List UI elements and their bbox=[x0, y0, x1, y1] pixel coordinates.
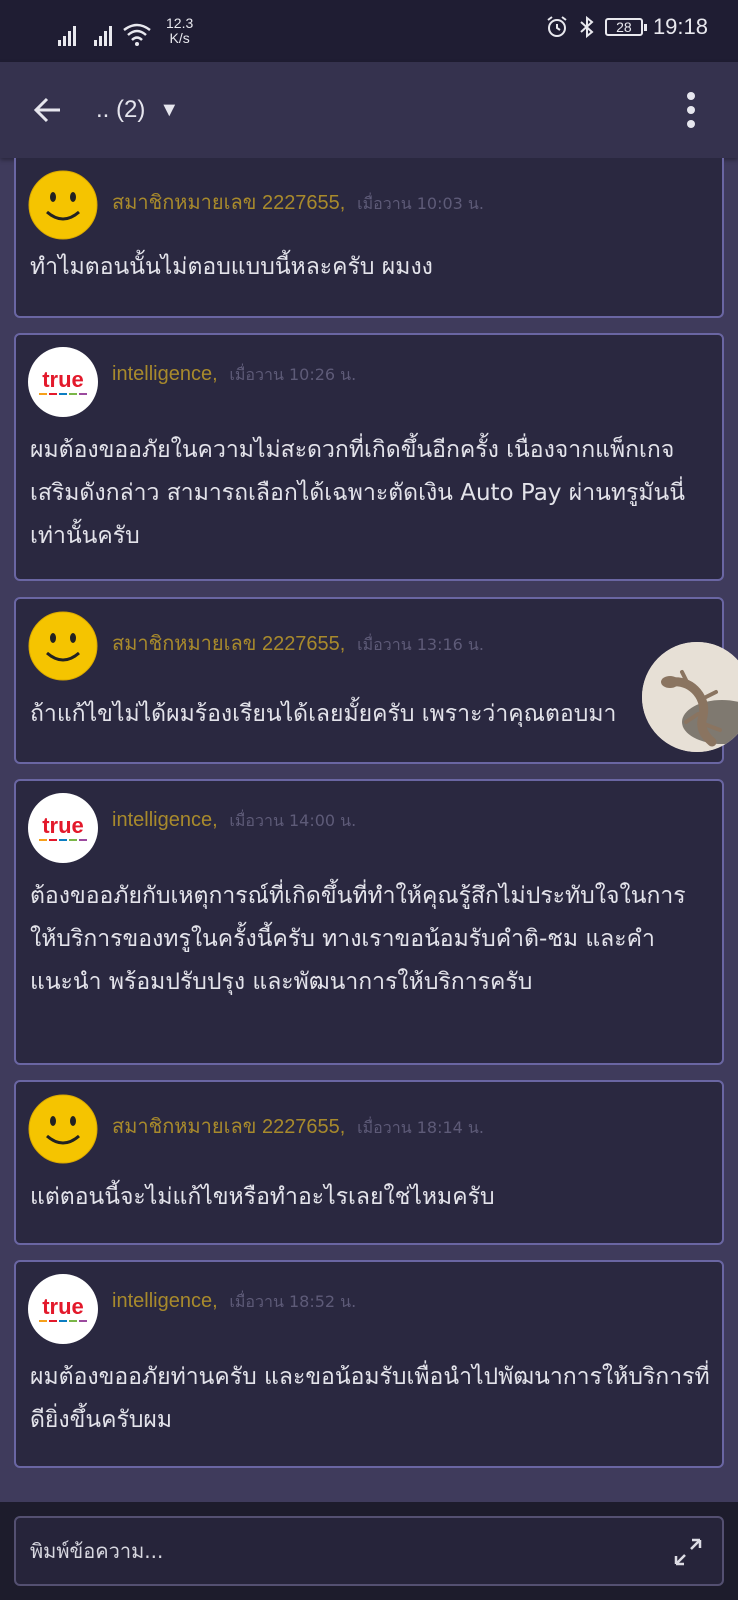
network-speed-value: 12.3 bbox=[166, 15, 194, 31]
message-meta: สมาชิกหมายเลข 2227655, เมื่อวาน 10:03 น. bbox=[112, 186, 484, 218]
timestamp: เมื่อวาน 10:03 น. bbox=[357, 194, 484, 213]
message-meta: สมาชิกหมายเลข 2227655, เมื่อวาน 13:16 น. bbox=[112, 627, 484, 659]
message-meta: intelligence, เมื่อวาน 10:26 น. bbox=[112, 363, 356, 388]
expand-icon[interactable] bbox=[672, 1536, 704, 1568]
message-text: ผมต้องขออภัยในความไม่สะดวกที่เกิดขึ้นอีก… bbox=[30, 437, 686, 549]
signal-icon bbox=[58, 22, 76, 46]
composer bbox=[14, 1516, 724, 1586]
timestamp: เมื่อวาน 18:52 น. bbox=[229, 1292, 357, 1311]
timestamp: เมื่อวาน 10:26 น. bbox=[229, 365, 357, 384]
more-options-icon[interactable] bbox=[686, 92, 696, 128]
network-speed-unit: K/s bbox=[169, 30, 190, 46]
wifi-icon bbox=[123, 23, 151, 46]
timestamp: เมื่อวาน 13:16 น. bbox=[357, 635, 484, 654]
alarm-icon bbox=[547, 16, 567, 37]
message-meta: intelligence, เมื่อวาน 18:52 น. bbox=[112, 1290, 356, 1315]
author-name[interactable]: สมาชิกหมายเลข 2227655, bbox=[112, 1116, 345, 1138]
message-text: ผมต้องขออภัยท่านครับ และขอน้อมรับเพื่อนำ… bbox=[30, 1364, 710, 1433]
message-text: ทำไมตอนนั้นไม่ตอบแบบนี้หละครับ ผมงง bbox=[30, 254, 433, 280]
message-text: แต่ตอนนี้จะไม่แก้ไขหรือทำอะไรเลยใช่ไหมคร… bbox=[30, 1184, 495, 1210]
message-card: สมาชิกหมายเลข 2227655, เมื่อวาน 13:16 น.… bbox=[14, 597, 724, 764]
smiley-avatar[interactable] bbox=[28, 611, 98, 681]
message-text: ถ้าแก้ไขไม่ได้ผมร้องเรียนได้เลยมั้ยครับ … bbox=[30, 701, 617, 727]
network-speed: 12.3 K/s bbox=[166, 16, 193, 46]
message-meta: intelligence, เมื่อวาน 14:00 น. bbox=[112, 809, 356, 834]
timestamp: เมื่อวาน 18:14 น. bbox=[357, 1118, 484, 1137]
battery-icon: 28 bbox=[604, 18, 647, 36]
message-text: ต้องขออภัยกับเหตุการณ์ที่เกิดขึ้นที่ทำให… bbox=[30, 883, 686, 995]
status-bar: 12.3 K/s 28 19:18 bbox=[0, 0, 738, 62]
smiley-avatar[interactable] bbox=[28, 170, 98, 240]
message-card: สมาชิกหมายเลข 2227655, เมื่อวาน 10:03 น.… bbox=[14, 158, 724, 318]
message-card: สมาชิกหมายเลข 2227655, เมื่อวาน 18:14 น.… bbox=[14, 1080, 724, 1245]
author-name[interactable]: intelligence, bbox=[112, 363, 218, 385]
author-name[interactable]: สมาชิกหมายเลข 2227655, bbox=[112, 633, 345, 655]
true-logo-avatar[interactable]: true bbox=[28, 347, 98, 417]
signal-icon bbox=[94, 22, 112, 46]
message-card: true intelligence, เมื่อวาน 14:00 น. ต้อ… bbox=[14, 779, 724, 1065]
true-logo-text: true bbox=[42, 813, 84, 838]
smiley-avatar[interactable] bbox=[28, 1094, 98, 1164]
true-logo-avatar[interactable]: true bbox=[28, 793, 98, 863]
dropdown-icon: ▼ bbox=[159, 98, 180, 121]
message-card: true intelligence, เมื่อวาน 18:52 น. ผมต… bbox=[14, 1260, 724, 1468]
bluetooth-icon bbox=[580, 15, 594, 39]
author-name[interactable]: intelligence, bbox=[112, 1290, 218, 1312]
message-meta: สมาชิกหมายเลข 2227655, เมื่อวาน 18:14 น. bbox=[112, 1110, 484, 1142]
message-card: true intelligence, เมื่อวาน 10:26 น. ผมต… bbox=[14, 333, 724, 581]
status-left: 12.3 K/s bbox=[58, 16, 193, 46]
status-right: 28 19:18 bbox=[545, 14, 708, 40]
back-arrow-icon[interactable] bbox=[30, 92, 66, 128]
message-input[interactable] bbox=[30, 1536, 630, 1566]
chat-title[interactable]: .. (2) ▼ bbox=[96, 96, 179, 124]
clock: 19:18 bbox=[652, 14, 708, 39]
chat-title-text: .. (2) bbox=[96, 96, 146, 123]
app-bar: .. (2) ▼ bbox=[0, 62, 738, 158]
true-logo-text: true bbox=[42, 367, 84, 392]
author-name[interactable]: intelligence, bbox=[112, 809, 218, 831]
timestamp: เมื่อวาน 14:00 น. bbox=[229, 811, 357, 830]
true-logo-text: true bbox=[42, 1294, 84, 1319]
author-name[interactable]: สมาชิกหมายเลข 2227655, bbox=[112, 192, 345, 214]
true-logo-avatar[interactable]: true bbox=[28, 1274, 98, 1344]
